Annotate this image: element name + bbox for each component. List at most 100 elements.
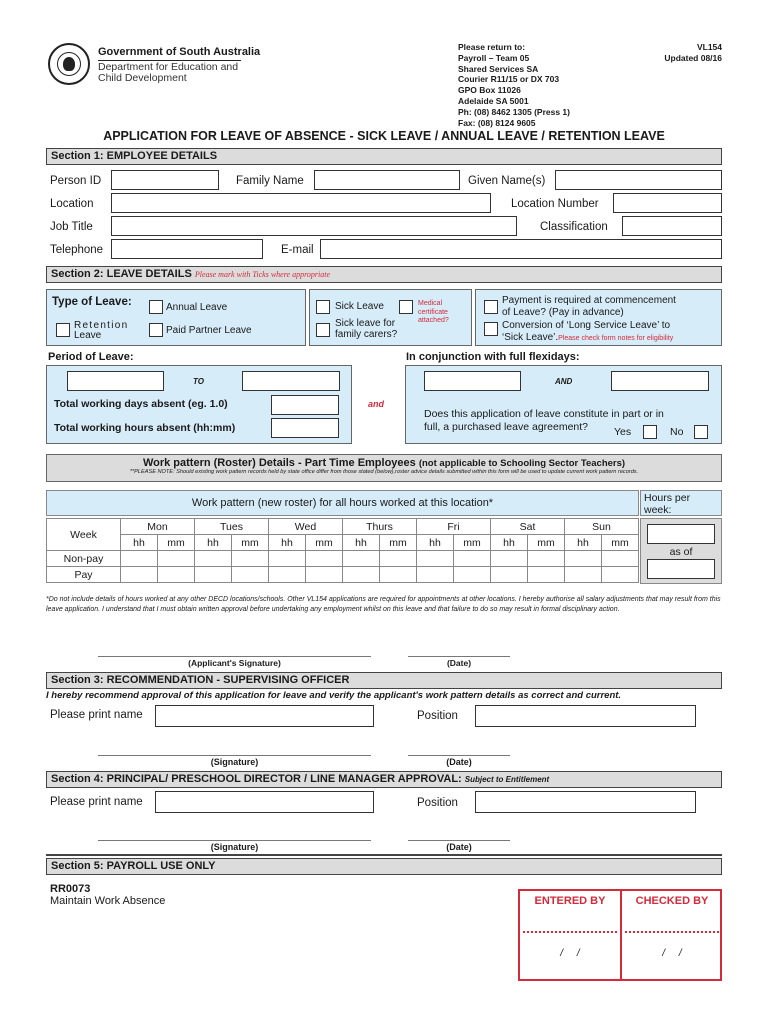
checked-by-date[interactable]: / /	[622, 948, 722, 959]
sick-leave-carers-label: Sick leave for family carers?	[335, 318, 398, 340]
time-cell[interactable]	[416, 566, 454, 583]
time-cell[interactable]	[157, 566, 195, 583]
classification-input[interactable]	[622, 216, 722, 236]
sick-leave-checkbox[interactable]	[316, 300, 330, 314]
purchased-no-checkbox[interactable]	[694, 425, 708, 439]
section3-heading: Section 3: RECOMMENDATION - SUPERVISING …	[46, 672, 722, 689]
section3-position-label: Position	[417, 710, 458, 722]
paid-partner-leave-checkbox[interactable]	[149, 323, 163, 337]
section2-note: Please mark with Ticks where appropriate	[194, 270, 331, 279]
time-cell[interactable]	[194, 566, 232, 583]
medical-certificate-checkbox[interactable]	[399, 300, 413, 314]
job-title-input[interactable]	[111, 216, 517, 236]
time-cell[interactable]	[453, 566, 491, 583]
applicant-date-line[interactable]	[408, 656, 510, 657]
retention-leave-label: Retention Leave	[74, 320, 129, 341]
leave-from-input[interactable]	[67, 371, 164, 391]
email-input[interactable]	[320, 239, 722, 259]
section3-position-input[interactable]	[475, 705, 696, 727]
time-cell[interactable]	[305, 550, 343, 567]
location-input[interactable]	[111, 193, 491, 213]
hours-per-week-input[interactable]	[647, 524, 715, 544]
section4-position-label: Position	[417, 797, 458, 809]
purchased-yes-checkbox[interactable]	[643, 425, 657, 439]
period-of-leave-label: Period of Leave:	[48, 351, 134, 363]
section3-signature-line[interactable]	[98, 755, 371, 756]
time-cell[interactable]	[379, 566, 417, 583]
mm-header: mm	[157, 534, 195, 551]
entered-by-signature-line[interactable]	[523, 931, 617, 933]
job-title-label: Job Title	[50, 221, 93, 233]
section-divider	[46, 854, 722, 856]
time-cell[interactable]	[601, 550, 639, 567]
day-header-sun: Sun	[564, 518, 639, 535]
sick-leave-label: Sick Leave	[335, 301, 384, 312]
pay-in-advance-checkbox[interactable]	[484, 300, 498, 314]
section4-position-input[interactable]	[475, 791, 696, 813]
time-cell[interactable]	[416, 550, 454, 567]
time-cell[interactable]	[231, 550, 269, 567]
retention-leave-checkbox[interactable]	[56, 323, 70, 337]
days-absent-input[interactable]	[271, 395, 339, 415]
time-cell[interactable]	[527, 550, 565, 567]
hours-absent-input[interactable]	[271, 418, 339, 438]
time-cell[interactable]	[157, 550, 195, 567]
flexi-from-input[interactable]	[424, 371, 521, 391]
location-number-input[interactable]	[613, 193, 722, 213]
return-address: Please return to: Payroll – Team 05 Shar…	[458, 42, 570, 128]
time-cell[interactable]	[268, 550, 306, 567]
payroll-stamp-box: ENTERED BY CHECKED BY / / / /	[518, 889, 722, 981]
time-cell[interactable]	[564, 566, 602, 583]
time-cell[interactable]	[268, 566, 306, 583]
time-cell[interactable]	[231, 566, 269, 583]
time-cell[interactable]	[379, 550, 417, 567]
paid-partner-leave-label: Paid Partner Leave	[166, 325, 252, 336]
applicant-signature-line[interactable]	[98, 656, 371, 657]
conversion-lsl-checkbox[interactable]	[484, 322, 498, 336]
mm-header: mm	[601, 534, 639, 551]
section4-print-name-input[interactable]	[155, 791, 374, 813]
checked-by-signature-line[interactable]	[625, 931, 719, 933]
annual-leave-checkbox[interactable]	[149, 300, 163, 314]
person-id-input[interactable]	[111, 170, 219, 190]
time-cell[interactable]	[527, 566, 565, 583]
telephone-input[interactable]	[111, 239, 263, 259]
leave-to-input[interactable]	[242, 371, 340, 391]
section3-date-line[interactable]	[408, 755, 510, 756]
time-cell[interactable]	[120, 550, 158, 567]
day-header-mon: Mon	[120, 518, 195, 535]
family-name-label: Family Name	[236, 175, 304, 187]
mm-header: mm	[527, 534, 565, 551]
hh-header: hh	[490, 534, 528, 551]
week-header: Week	[46, 518, 121, 551]
time-cell[interactable]	[120, 566, 158, 583]
and-label: and	[368, 399, 385, 409]
yes-label: Yes	[614, 426, 632, 438]
work-pattern-table: Week Mon Tues Wed Thurs Fri Sat Sun hh mm…	[46, 518, 639, 583]
time-cell[interactable]	[490, 566, 528, 583]
time-cell[interactable]	[601, 566, 639, 583]
time-cell[interactable]	[453, 550, 491, 567]
time-cell[interactable]	[564, 550, 602, 567]
family-name-input[interactable]	[314, 170, 460, 190]
flexi-to-input[interactable]	[611, 371, 709, 391]
time-cell[interactable]	[342, 550, 380, 567]
given-names-input[interactable]	[555, 170, 722, 190]
hours-absent-label: Total working hours absent (hh:mm)	[54, 422, 236, 434]
sick-leave-carers-checkbox[interactable]	[316, 323, 330, 337]
time-cell[interactable]	[342, 566, 380, 583]
entered-by-date[interactable]: / /	[520, 948, 620, 959]
section4-date-line[interactable]	[408, 840, 510, 841]
section4-signature-line[interactable]	[98, 840, 371, 841]
as-of-date-input[interactable]	[647, 559, 715, 579]
time-cell[interactable]	[194, 550, 232, 567]
to-label: TO	[193, 377, 204, 386]
days-absent-label: Total working days absent (eg. 1.0)	[54, 398, 228, 410]
location-number-label: Location Number	[511, 198, 599, 210]
classification-label: Classification	[540, 221, 608, 233]
time-cell[interactable]	[305, 566, 343, 583]
section3-print-name-input[interactable]	[155, 705, 374, 727]
annual-leave-label: Annual Leave	[166, 302, 228, 313]
person-id-label: Person ID	[50, 175, 102, 187]
time-cell[interactable]	[490, 550, 528, 567]
